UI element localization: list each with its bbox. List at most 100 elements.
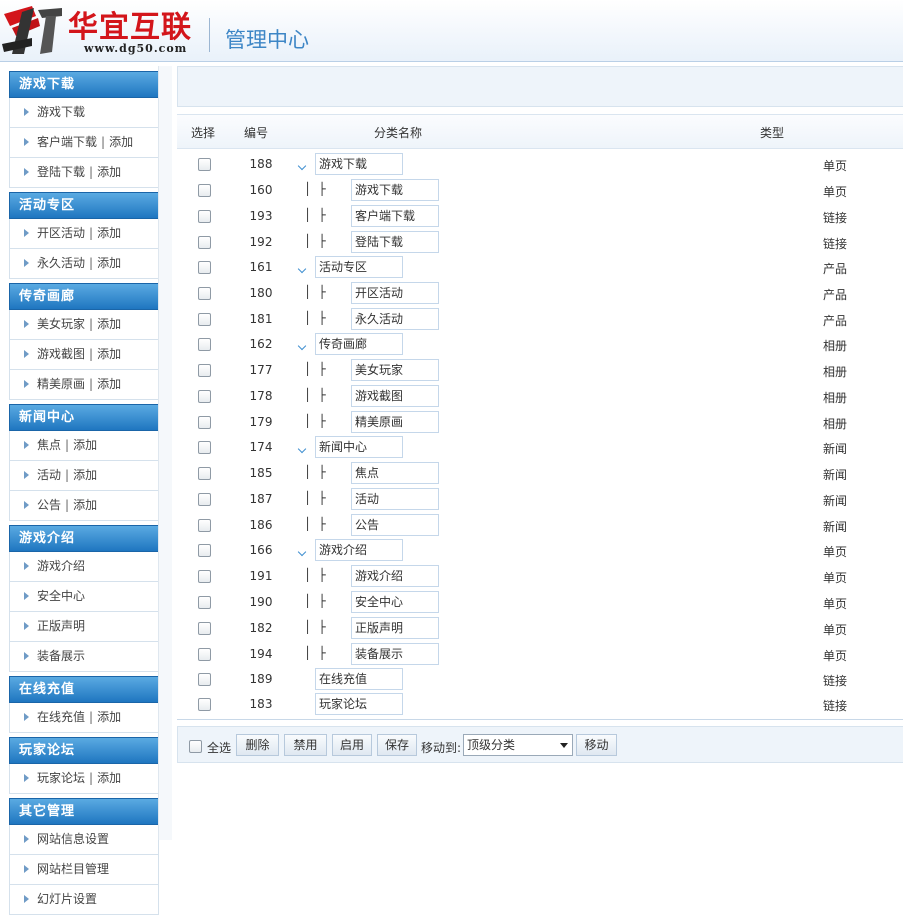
sidebar-item-link[interactable]: 网站栏目管理: [37, 862, 109, 876]
row-checkbox[interactable]: [198, 210, 211, 223]
category-name-input[interactable]: 玩家论坛: [315, 693, 403, 715]
sidebar-add-link[interactable]: 添加: [97, 317, 121, 331]
sidebar-group-title[interactable]: 活动专区: [9, 192, 159, 219]
category-name-input[interactable]: 传奇画廊: [315, 333, 403, 355]
sidebar-group-title[interactable]: 在线充值: [9, 676, 159, 703]
sidebar-add-link[interactable]: 添加: [97, 347, 121, 361]
sidebar-item-link[interactable]: 登陆下载: [37, 165, 85, 179]
category-name-input[interactable]: 游戏介绍: [351, 565, 439, 587]
row-checkbox[interactable]: [198, 236, 211, 249]
sidebar-item-link[interactable]: 游戏介绍: [37, 559, 85, 573]
category-name-input[interactable]: 精美原画: [351, 411, 439, 433]
sidebar-item-link[interactable]: 美女玩家: [37, 317, 85, 331]
category-name-input[interactable]: 开区活动: [351, 282, 439, 304]
sidebar-group-title[interactable]: 玩家论坛: [9, 737, 159, 764]
sidebar-item-link[interactable]: 正版声明: [37, 619, 85, 633]
sidebar-item-link[interactable]: 网站信息设置: [37, 832, 109, 846]
sidebar-item-link[interactable]: 安全中心: [37, 589, 85, 603]
row-checkbox[interactable]: [198, 441, 211, 454]
select-all-checkbox[interactable]: [189, 740, 202, 753]
sidebar-add-link[interactable]: 添加: [109, 135, 133, 149]
sidebar-group-title[interactable]: 游戏下载: [9, 71, 159, 98]
move-button[interactable]: 移动: [576, 734, 617, 756]
sidebar-group-title[interactable]: 传奇画廊: [9, 283, 159, 310]
row-checkbox[interactable]: [198, 338, 211, 351]
disable-button[interactable]: 禁用: [284, 734, 327, 756]
sidebar-add-link[interactable]: 添加: [97, 377, 121, 391]
row-checkbox[interactable]: [198, 158, 211, 171]
select-all-label[interactable]: 全选: [207, 739, 231, 756]
sidebar-item-link[interactable]: 游戏下载: [37, 105, 85, 119]
sidebar-item-link[interactable]: 永久活动: [37, 256, 85, 270]
category-name-input[interactable]: 登陆下载: [351, 231, 439, 253]
sidebar-item-link[interactable]: 公告: [37, 498, 61, 512]
sidebar-add-link[interactable]: 添加: [97, 165, 121, 179]
row-checkbox[interactable]: [198, 390, 211, 403]
sidebar-item: 玩家论坛 | 添加: [9, 764, 159, 794]
row-checkbox[interactable]: [198, 673, 211, 686]
category-name-input[interactable]: 公告: [351, 514, 439, 536]
sidebar-add-link[interactable]: 添加: [73, 438, 97, 452]
category-name-input[interactable]: 活动专区: [315, 256, 403, 278]
expand-chevron-icon[interactable]: [297, 341, 307, 351]
row-checkbox[interactable]: [198, 570, 211, 583]
sidebar-add-link[interactable]: 添加: [97, 710, 121, 724]
row-checkbox[interactable]: [198, 519, 211, 532]
sidebar-item-link[interactable]: 精美原画: [37, 377, 85, 391]
category-name-input[interactable]: 焦点: [351, 462, 439, 484]
row-checkbox[interactable]: [198, 596, 211, 609]
category-name-input[interactable]: 游戏介绍: [315, 539, 403, 561]
sidebar-item-link[interactable]: 客户端下载: [37, 135, 97, 149]
category-name-input[interactable]: 活动: [351, 488, 439, 510]
expand-chevron-icon[interactable]: [297, 547, 307, 557]
category-name-input[interactable]: 在线充值: [315, 668, 403, 690]
sidebar-add-link[interactable]: 添加: [97, 771, 121, 785]
save-button[interactable]: 保存: [377, 734, 417, 756]
sidebar-add-link[interactable]: 添加: [97, 256, 121, 270]
expand-chevron-icon[interactable]: [297, 444, 307, 454]
move-target-select[interactable]: 顶级分类: [463, 734, 573, 756]
category-name-input[interactable]: 游戏下载: [315, 153, 403, 175]
sidebar-item-link[interactable]: 在线充值: [37, 710, 85, 724]
logo[interactable]: 华宜互联 www.dg50.com: [0, 0, 210, 62]
row-checkbox[interactable]: [198, 493, 211, 506]
sidebar-group-title[interactable]: 其它管理: [9, 798, 159, 825]
category-name-input[interactable]: 客户端下载: [351, 205, 439, 227]
row-checkbox[interactable]: [198, 364, 211, 377]
sidebar-item-link[interactable]: 活动: [37, 468, 61, 482]
sidebar-item-link[interactable]: 焦点: [37, 438, 61, 452]
row-checkbox[interactable]: [198, 648, 211, 661]
category-name-input[interactable]: 游戏截图: [351, 385, 439, 407]
sidebar-group: 在线充值 在线充值 | 添加: [9, 676, 159, 733]
row-checkbox[interactable]: [198, 622, 211, 635]
row-checkbox[interactable]: [198, 544, 211, 557]
sidebar-item-link[interactable]: 玩家论坛: [37, 771, 85, 785]
category-name-input[interactable]: 正版声明: [351, 617, 439, 639]
enable-button[interactable]: 启用: [332, 734, 372, 756]
expand-chevron-icon[interactable]: [297, 161, 307, 171]
delete-button[interactable]: 删除: [236, 734, 279, 756]
row-checkbox[interactable]: [198, 287, 211, 300]
sidebar-group-title[interactable]: 游戏介绍: [9, 525, 159, 552]
sidebar-item-link[interactable]: 装备展示: [37, 649, 85, 663]
row-checkbox[interactable]: [198, 261, 211, 274]
sidebar-item-link[interactable]: 开区活动: [37, 226, 85, 240]
sidebar-group-title[interactable]: 新闻中心: [9, 404, 159, 431]
sidebar-add-link[interactable]: 添加: [97, 226, 121, 240]
category-name-input[interactable]: 装备展示: [351, 643, 439, 665]
sidebar-add-link[interactable]: 添加: [73, 498, 97, 512]
row-checkbox[interactable]: [198, 184, 211, 197]
category-name-input[interactable]: 游戏下载: [351, 179, 439, 201]
sidebar-add-link[interactable]: 添加: [73, 468, 97, 482]
sidebar-item-link[interactable]: 幻灯片设置: [37, 892, 97, 906]
row-checkbox[interactable]: [198, 467, 211, 480]
row-checkbox[interactable]: [198, 416, 211, 429]
category-name-input[interactable]: 永久活动: [351, 308, 439, 330]
category-name-input[interactable]: 新闻中心: [315, 436, 403, 458]
expand-chevron-icon[interactable]: [297, 264, 307, 274]
row-checkbox[interactable]: [198, 698, 211, 711]
sidebar-item-link[interactable]: 游戏截图: [37, 347, 85, 361]
row-checkbox[interactable]: [198, 313, 211, 326]
category-name-input[interactable]: 美女玩家: [351, 359, 439, 381]
category-name-input[interactable]: 安全中心: [351, 591, 439, 613]
